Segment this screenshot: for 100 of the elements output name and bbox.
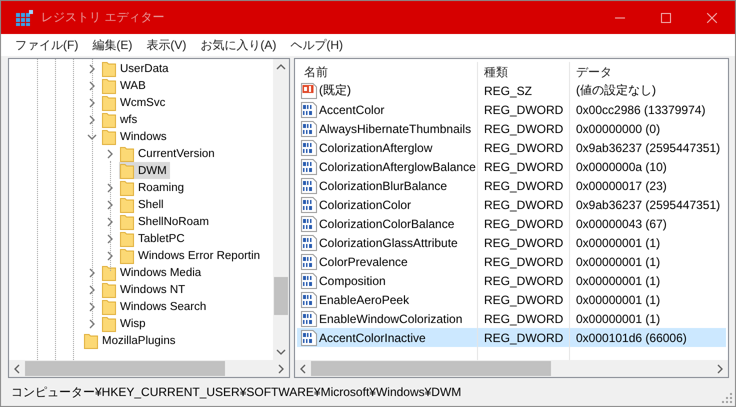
tree-item[interactable]: UserData	[101, 60, 172, 77]
table-cell-text: REG_DWORD	[483, 102, 564, 118]
table-cell[interactable]: ColorizationGlassAttribute	[297, 233, 477, 252]
table-cell-text: REG_DWORD	[483, 216, 564, 232]
binary-value-icon	[301, 158, 317, 174]
folder-icon	[120, 230, 134, 246]
table-cell[interactable]: ColorPrevalence	[297, 252, 477, 271]
tree-item[interactable]: ShellNoRoam	[119, 213, 212, 230]
folder-icon	[102, 264, 116, 280]
binary-value-icon	[301, 120, 317, 136]
folder-icon	[120, 248, 134, 264]
resize-grip-icon[interactable]	[722, 393, 732, 403]
table-cell-text: 0x00000017 (23)	[575, 178, 668, 194]
table-cell[interactable]: ColorizationAfterglow	[297, 138, 477, 157]
tree-item[interactable]: Windows Search	[101, 298, 210, 315]
folder-icon	[120, 180, 134, 196]
folder-icon	[102, 112, 116, 128]
tree-item[interactable]: MozillaPlugins	[83, 332, 179, 349]
table-cell-text: REG_DWORD	[483, 254, 564, 270]
table-cell-text: 0x0000000a (10)	[575, 158, 668, 176]
string-value-icon	[301, 82, 317, 98]
folder-icon	[102, 282, 116, 298]
tree-item[interactable]: Windows Media	[101, 264, 204, 281]
table-cell-text: REG_DWORD	[483, 310, 564, 328]
table-cell: REG_DWORD	[477, 328, 569, 347]
scroll-left-icon[interactable]	[298, 364, 308, 374]
table-cell-text: REG_SZ	[483, 82, 534, 100]
table-cell-text: 0x00000043 (67)	[575, 216, 668, 232]
table-cell[interactable]: EnableAeroPeek	[297, 290, 477, 309]
table-cell-text: 0x00000001 (1)	[575, 254, 662, 270]
table-cell-text: 0x00000000 (0)	[575, 120, 662, 138]
table-cell: 0x000101d6 (66006)	[569, 328, 726, 347]
table-cell-text: REG_DWORD	[483, 196, 564, 214]
binary-value-icon	[301, 196, 317, 212]
column-header[interactable]: 名前	[297, 62, 477, 83]
folder-icon	[102, 78, 116, 94]
tree-item[interactable]: WcmSvc	[101, 94, 168, 111]
scroll-up-icon[interactable]	[276, 62, 286, 72]
tree-item[interactable]: Wisp	[101, 315, 149, 332]
column-header[interactable]: データ	[569, 62, 726, 83]
folder-icon	[102, 316, 116, 332]
tree-item[interactable]: Windows Error Reportin	[119, 247, 264, 264]
binary-value-icon	[301, 216, 317, 232]
table-cell[interactable]: AlwaysHibernateThumbnails	[297, 119, 477, 138]
tree-item[interactable]: Shell	[119, 196, 167, 213]
registry-app-icon	[16, 10, 33, 26]
binary-value-icon	[301, 272, 317, 288]
table-cell[interactable]: ColorizationAfterglowBalance	[297, 157, 477, 176]
table-cell[interactable]: ColorizationBlurBalance	[297, 176, 477, 195]
folder-icon	[120, 162, 134, 178]
table-cell-text: REG_DWORD	[483, 178, 564, 194]
maximize-icon	[661, 12, 671, 22]
menu-item[interactable]: ファイル(F)	[9, 36, 84, 54]
table-cell-text: REG_DWORD	[483, 158, 564, 176]
table-cell-text: REG_DWORD	[483, 140, 564, 156]
folder-icon	[120, 146, 134, 162]
scrollbar-thumb[interactable]	[311, 361, 551, 376]
table-cell[interactable]: AccentColor	[297, 100, 477, 119]
tree-item[interactable]: Windows NT	[101, 281, 188, 298]
table-cell-text: REG_DWORD	[483, 120, 564, 138]
table-cell-text: (値の設定なし)	[575, 82, 657, 99]
table-cell-text: 0x00cc2986 (13379974)	[575, 102, 706, 118]
tree-item[interactable]: Roaming	[119, 179, 188, 196]
tree-item[interactable]: CurrentVersion	[119, 145, 218, 162]
menu-item[interactable]: 表示(V)	[140, 36, 192, 54]
table-cell[interactable]: Composition	[297, 271, 477, 290]
table-cell[interactable]: ColorizationColorBalance	[297, 214, 477, 233]
column-header[interactable]: 種類	[477, 62, 569, 83]
folder-icon	[102, 298, 116, 314]
status-path: コンピューター¥HKEY_CURRENT_USER¥SOFTWARE¥Microsoft¥Windows¥DWM	[11, 384, 462, 400]
table-cell-text: REG_DWORD	[483, 292, 564, 308]
table-cell-text: 0x00000001 (1)	[575, 234, 662, 252]
tree-item[interactable]: Windows	[101, 128, 170, 145]
table-cell[interactable]: AccentColorInactive	[297, 328, 477, 347]
menu-item[interactable]: 編集(E)	[86, 36, 138, 54]
table-cell-text: 0x00000001 (1)	[575, 272, 662, 290]
binary-value-icon	[301, 102, 317, 118]
table-cell[interactable]: (既定)	[297, 81, 477, 100]
table-cell[interactable]: ColorizationColor	[297, 195, 477, 214]
binary-value-icon	[301, 178, 317, 194]
menu-item[interactable]: ヘルプ(H)	[284, 36, 349, 54]
binary-value-icon	[301, 330, 317, 346]
menu-item[interactable]: お気に入り(A)	[194, 36, 282, 54]
binary-value-icon	[301, 140, 317, 156]
scrollbar-thumb[interactable]	[274, 277, 288, 315]
folder-icon	[120, 196, 134, 212]
table-cell-text: REG_DWORD	[483, 234, 564, 252]
tree-item[interactable]: DWM	[119, 162, 170, 179]
scrollbar-thumb[interactable]	[25, 361, 225, 376]
tree-item[interactable]: WAB	[101, 77, 149, 94]
scroll-right-icon[interactable]	[276, 364, 286, 374]
binary-value-icon	[301, 234, 317, 250]
tree-item[interactable]: wfs	[101, 111, 140, 128]
table-cell[interactable]: EnableWindowColorization	[297, 309, 477, 328]
scroll-down-icon[interactable]	[276, 347, 286, 357]
binary-value-icon	[301, 292, 317, 308]
scroll-right-icon[interactable]	[715, 364, 725, 374]
table-cell-text: 0x00000001 (1)	[575, 292, 662, 308]
tree-item[interactable]: TabletPC	[119, 230, 188, 247]
scroll-left-icon[interactable]	[12, 364, 22, 374]
